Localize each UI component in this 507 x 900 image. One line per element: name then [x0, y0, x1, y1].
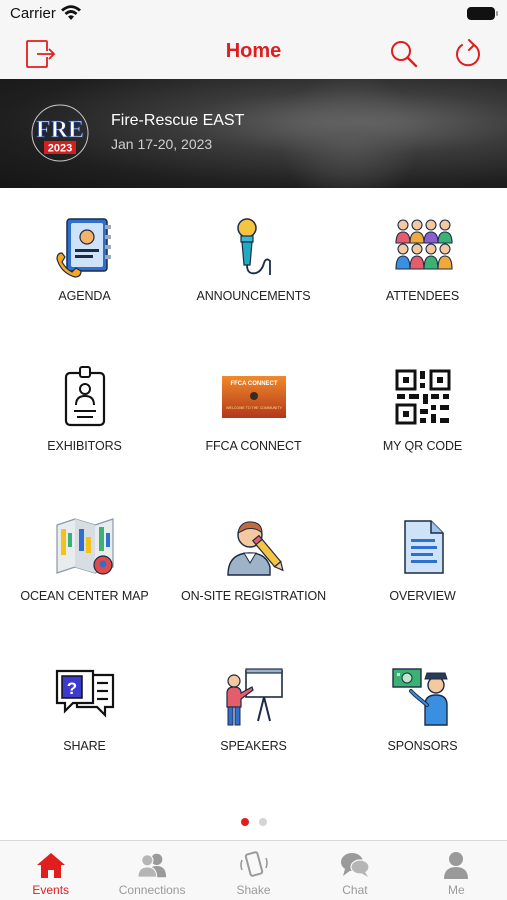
tab-bar: Events Connections Shake Chat Me	[0, 840, 507, 900]
event-logo: FRE 2023	[31, 104, 89, 162]
tile-announcements[interactable]: ANNOUNCEMENTS	[169, 188, 338, 338]
presentation-icon	[225, 668, 283, 726]
tile-label: AGENDA	[58, 289, 111, 303]
tile-label: ATTENDEES	[385, 289, 460, 303]
tile-my-qr-code[interactable]: MY QR CODE	[338, 338, 507, 488]
search-button[interactable]	[386, 36, 422, 72]
tab-label: Me	[447, 883, 465, 897]
status-bar: Carrier	[0, 0, 507, 28]
tile-ocean-center-map[interactable]: OCEAN CENTER MAP	[0, 488, 169, 638]
refresh-icon	[456, 39, 480, 67]
tile-label: FFCA CONNECT	[205, 439, 302, 453]
wifi-icon	[61, 5, 81, 20]
attendees-icon	[394, 219, 453, 270]
page-indicator[interactable]	[0, 818, 507, 828]
tab-label: Shake	[236, 883, 271, 897]
tile-speakers[interactable]: SPEAKERS	[169, 638, 338, 788]
tile-label: MY QR CODE	[382, 439, 463, 453]
tile-ffca-connect[interactable]: FFCA CONNECT WELCOME TO THE COMMUNITY FF…	[169, 338, 338, 488]
carrier-label: Carrier	[10, 5, 56, 22]
tile-exhibitors[interactable]: EXHIBITORS	[0, 338, 169, 488]
event-dates: Jan 17-20, 2023	[111, 136, 213, 152]
ffca-thumbnail-title: FFCA CONNECT	[230, 381, 277, 387]
page-dot[interactable]	[258, 818, 267, 826]
page-title: Home	[225, 40, 282, 62]
tile-sponsors[interactable]: SPONSORS	[338, 638, 507, 788]
agenda-icon	[55, 218, 111, 278]
microphone-icon	[236, 218, 271, 275]
tile-share[interactable]: ? SHARE	[0, 638, 169, 788]
registration-icon	[226, 521, 284, 576]
tab-label: Connections	[118, 883, 186, 897]
refresh-button[interactable]	[450, 36, 486, 72]
logo-text: FRE	[36, 117, 84, 143]
tile-label: OCEAN CENTER MAP	[20, 589, 149, 603]
tab-label: Chat	[342, 883, 368, 897]
tile-label: SPONSORS	[387, 739, 458, 753]
badge-icon	[64, 366, 105, 427]
tab-shake[interactable]: Shake	[203, 841, 304, 900]
shake-icon	[239, 851, 268, 877]
qr-code-icon	[395, 369, 450, 425]
me-icon	[444, 852, 469, 879]
navigation-bar: Home	[0, 28, 507, 79]
events-icon	[36, 853, 65, 878]
tab-events[interactable]: Events	[0, 841, 101, 900]
feature-grid: AGENDA ANNOUNCEMENTS ATTENDEES EXHIBITOR…	[0, 188, 507, 808]
tile-label: SHARE	[63, 739, 106, 753]
map-icon	[55, 518, 114, 575]
tile-attendees[interactable]: ATTENDEES	[338, 188, 507, 338]
chat-question-icon: ?	[55, 669, 114, 718]
sponsor-icon	[391, 668, 448, 726]
document-icon	[403, 520, 444, 574]
tile-on-site-registration[interactable]: ON-SITE REGISTRATION	[169, 488, 338, 638]
tile-overview[interactable]: OVERVIEW	[338, 488, 507, 638]
tile-label: EXHIBITORS	[47, 439, 122, 453]
battery-icon	[467, 7, 498, 20]
tab-connections[interactable]: Connections	[101, 841, 202, 900]
event-title: Fire-Rescue EAST	[111, 112, 245, 129]
tile-label: ANNOUNCEMENTS	[196, 289, 311, 303]
ffca-thumbnail-tagline: WELCOME TO THE COMMUNITY	[226, 406, 282, 410]
search-icon	[391, 41, 418, 68]
tile-label: OVERVIEW	[389, 589, 456, 603]
chat-icon	[340, 853, 370, 877]
logo-year: 2023	[48, 143, 72, 155]
tab-chat[interactable]: Chat	[304, 841, 405, 900]
connections-icon	[137, 853, 167, 878]
home-screen: Carrier Home FRE 2023 Fire-Rescue EAST J…	[0, 0, 507, 900]
ffca-connect-thumbnail: FFCA CONNECT WELCOME TO THE COMMUNITY	[221, 376, 286, 418]
tab-label: Events	[32, 883, 70, 897]
tile-label: ON-SITE REGISTRATION	[181, 589, 326, 603]
event-banner[interactable]: FRE 2023 Fire-Rescue EAST Jan 17-20, 202…	[0, 79, 507, 188]
tile-label: SPEAKERS	[220, 739, 287, 753]
svg-text:?: ?	[66, 679, 76, 698]
tile-agenda[interactable]: AGENDA	[0, 188, 169, 338]
page-dot-active[interactable]	[240, 818, 249, 826]
tab-me[interactable]: Me	[406, 841, 507, 900]
